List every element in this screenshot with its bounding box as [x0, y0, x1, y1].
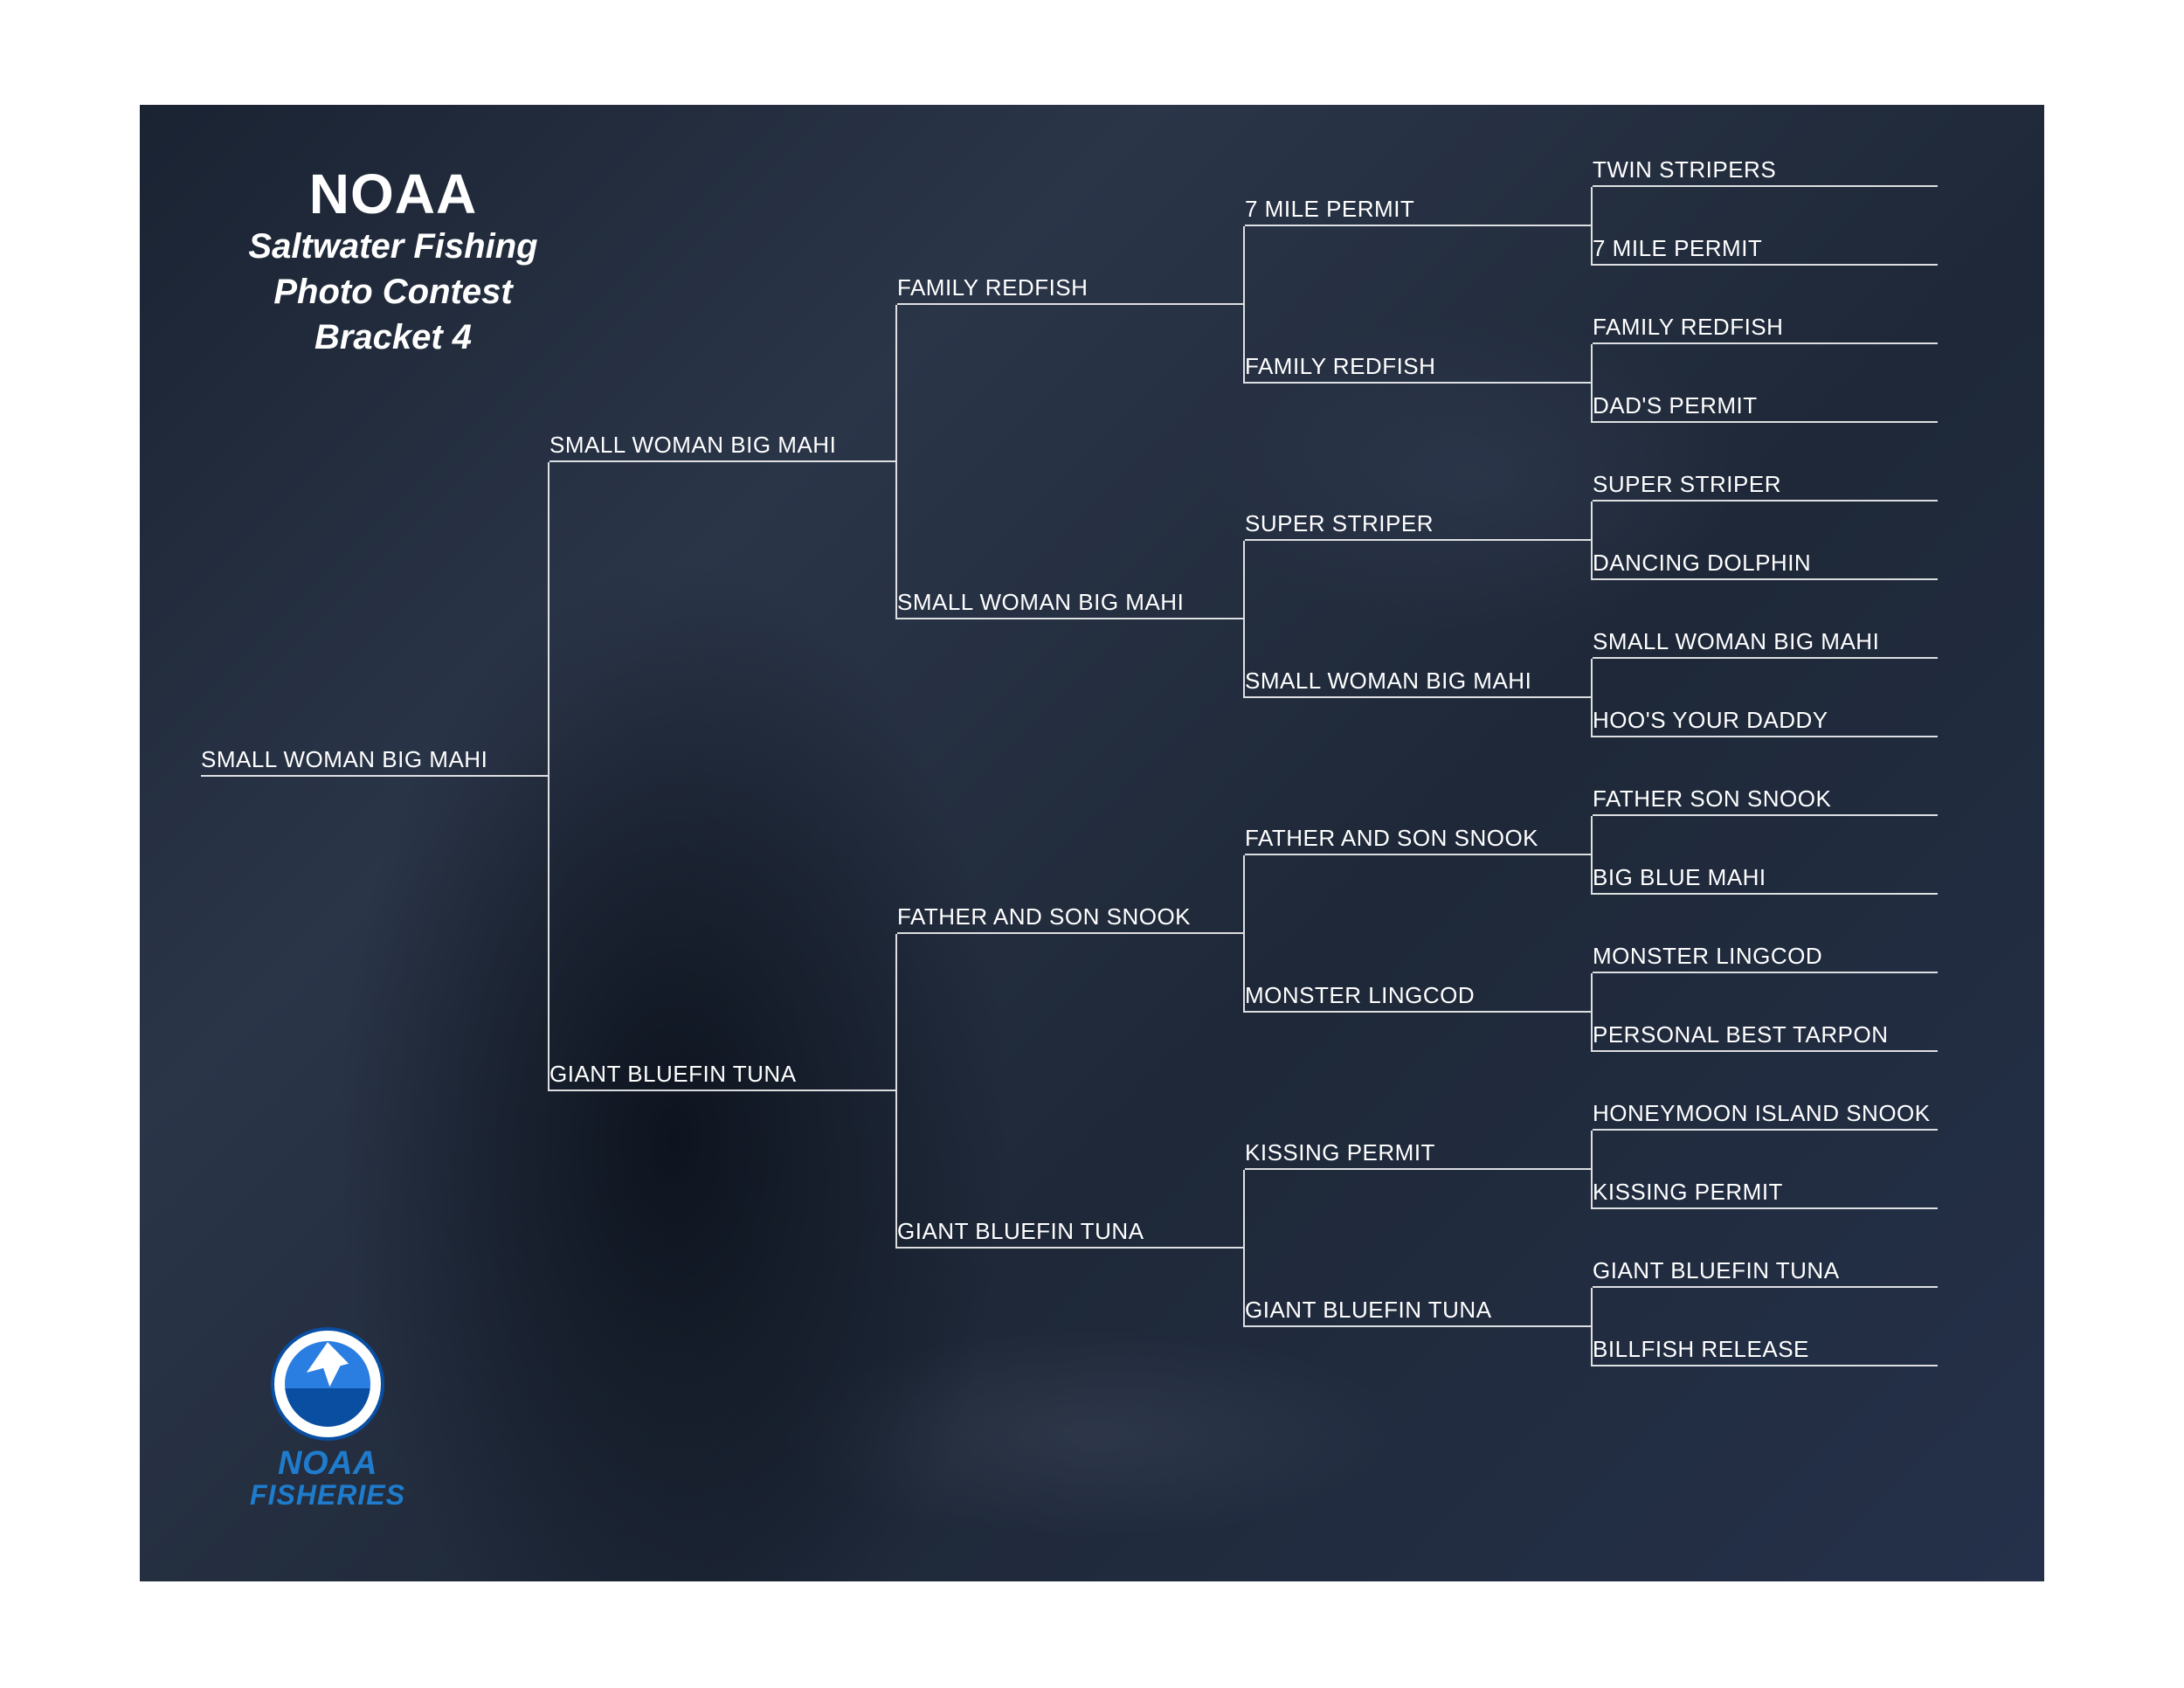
bracket-line [1591, 502, 1593, 580]
r8-entry: SUPER STRIPER [1245, 511, 1591, 541]
r16-entry: KISSING PERMIT [1593, 1180, 1938, 1209]
r16-entry: 7 MILE PERMIT [1593, 236, 1938, 266]
title-line1: Saltwater Fishing [210, 225, 577, 267]
bracket-line [1591, 816, 1593, 895]
r4-entry: SMALL WOMAN BIG MAHI [897, 590, 1243, 619]
r16-entry: SMALL WOMAN BIG MAHI [1593, 629, 1938, 659]
r16-entry: GIANT BLUEFIN TUNA [1593, 1258, 1938, 1288]
r8-entry: KISSING PERMIT [1245, 1140, 1591, 1170]
bracket-line [1591, 659, 1593, 737]
bracket-line [1591, 344, 1593, 423]
bracket-line [1591, 1288, 1593, 1366]
r16-entry: BILLFISH RELEASE [1593, 1337, 1938, 1366]
r16-entry: HOO'S YOUR DADDY [1593, 708, 1938, 737]
r4-entry: FATHER AND SON SNOOK [897, 904, 1243, 934]
r4-entry: FAMILY REDFISH [897, 275, 1243, 305]
bracket-line [1243, 1170, 1245, 1327]
bracket-line [1591, 1131, 1593, 1209]
r2-entry: SMALL WOMAN BIG MAHI [549, 432, 895, 462]
r8-entry: GIANT BLUEFIN TUNA [1245, 1297, 1591, 1327]
r8-entry: MONSTER LINGCOD [1245, 983, 1591, 1013]
r8-entry: SMALL WOMAN BIG MAHI [1245, 668, 1591, 698]
bracket-line [548, 462, 549, 1091]
r16-entry: HONEYMOON ISLAND SNOOK [1593, 1101, 1938, 1131]
bracket-line [1243, 541, 1245, 698]
title-line2: Photo Contest [210, 271, 577, 313]
r4-entry: GIANT BLUEFIN TUNA [897, 1219, 1243, 1249]
r16-entry: BIG BLUE MAHI [1593, 865, 1938, 895]
title-block: NOAA Saltwater Fishing Photo Contest Bra… [210, 166, 577, 358]
bracket-line [1591, 187, 1593, 266]
title-org: NOAA [210, 166, 577, 222]
r16-entry: FAMILY REDFISH [1593, 315, 1938, 344]
noaa-fisheries-logo: NOAA FISHERIES [227, 1327, 428, 1512]
r8-entry: FAMILY REDFISH [1245, 354, 1591, 384]
r16-entry: TWIN STRIPERS [1593, 157, 1938, 187]
r16-entry: DANCING DOLPHIN [1593, 550, 1938, 580]
r2-entry: GIANT BLUEFIN TUNA [549, 1062, 895, 1091]
noaa-seal-icon [271, 1327, 384, 1441]
title-line3: Bracket 4 [210, 316, 577, 358]
r16-entry: FATHER SON SNOOK [1593, 786, 1938, 816]
bracket-line [1591, 973, 1593, 1052]
bracket-line [895, 305, 897, 619]
r16-entry: MONSTER LINGCOD [1593, 944, 1938, 973]
bracket-line [895, 934, 897, 1249]
winner-entry: SMALL WOMAN BIG MAHI [201, 747, 548, 777]
r16-entry: PERSONAL BEST TARPON [1593, 1022, 1938, 1052]
bracket-page: NOAA Saltwater Fishing Photo Contest Bra… [140, 105, 2044, 1581]
logo-fisheries-text: FISHERIES [227, 1479, 428, 1512]
r8-entry: 7 MILE PERMIT [1245, 197, 1591, 226]
r16-entry: SUPER STRIPER [1593, 472, 1938, 502]
bracket-line [1243, 855, 1245, 1013]
r16-entry: DAD'S PERMIT [1593, 393, 1938, 423]
r8-entry: FATHER AND SON SNOOK [1245, 826, 1591, 855]
logo-noaa-text: NOAA [227, 1448, 428, 1479]
bracket-line [1243, 226, 1245, 384]
